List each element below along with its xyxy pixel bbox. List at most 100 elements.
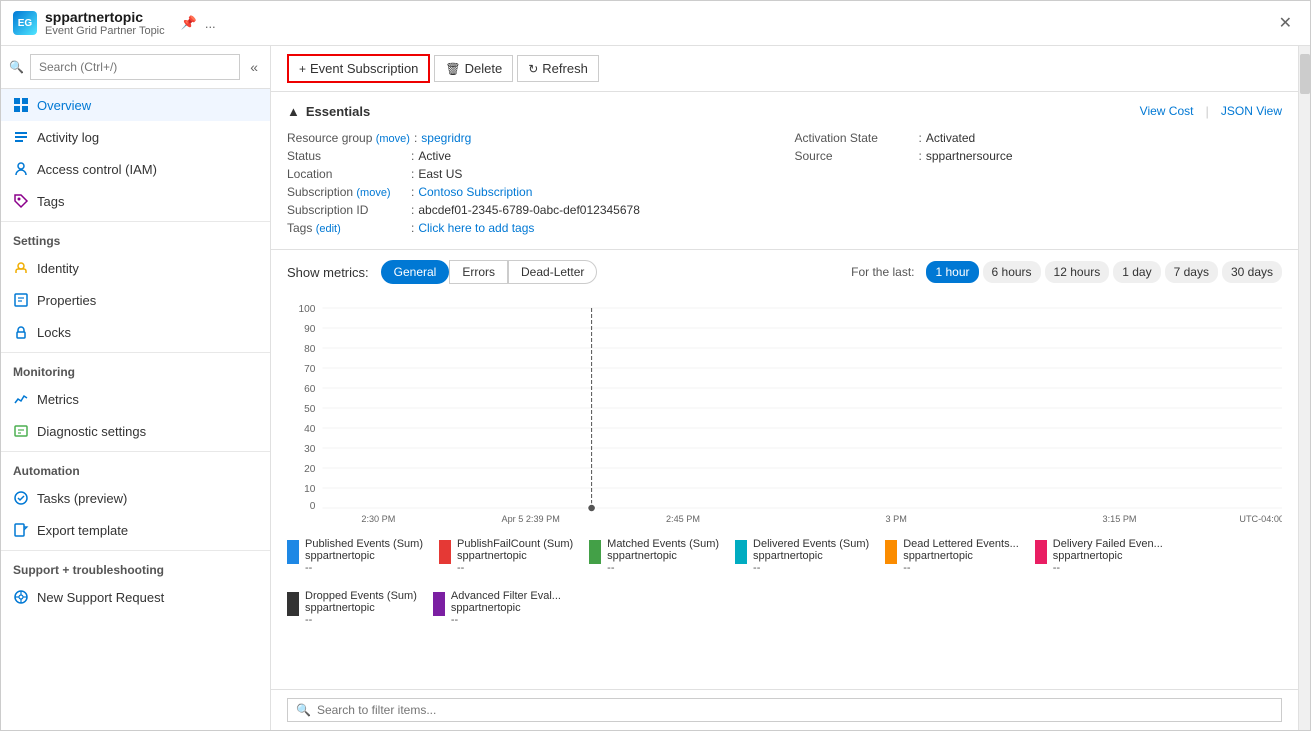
subscription-id-value: abcdef01-2345-6789-0abc-def012345678 bbox=[418, 203, 640, 217]
legend-text-published: Published Events (Sum) sppartnertopic -- bbox=[305, 538, 423, 574]
event-subscription-button[interactable]: + Event Subscription bbox=[287, 54, 430, 83]
time-tab-30days[interactable]: 30 days bbox=[1222, 261, 1282, 283]
sidebar-item-label: Overview bbox=[37, 98, 91, 113]
app-icon: EG bbox=[13, 11, 37, 35]
sidebar-item-tasks[interactable]: Tasks (preview) bbox=[1, 482, 270, 514]
refresh-button[interactable]: ↻ Refresh bbox=[517, 55, 599, 82]
tab-errors[interactable]: Errors bbox=[449, 260, 508, 284]
sidebar-item-access-control[interactable]: Access control (IAM) bbox=[1, 153, 270, 185]
sidebar-item-export[interactable]: Export template bbox=[1, 514, 270, 546]
resource-title: sppartnertopic bbox=[45, 9, 165, 25]
time-tab-7days[interactable]: 7 days bbox=[1165, 261, 1218, 283]
essentials-grid: Resource group (move) : spegridrg Status… bbox=[287, 129, 1282, 237]
view-cost-link[interactable]: View Cost bbox=[1140, 104, 1194, 119]
search-icon: 🔍 bbox=[9, 60, 24, 74]
sidebar-item-label: Export template bbox=[37, 523, 128, 538]
time-tab-6hours[interactable]: 6 hours bbox=[983, 261, 1041, 283]
sidebar-item-metrics[interactable]: Metrics bbox=[1, 383, 270, 415]
time-tab-1hour[interactable]: 1 hour bbox=[926, 261, 978, 283]
tags-value[interactable]: Click here to add tags bbox=[418, 221, 534, 235]
sidebar-item-activity-log[interactable]: Activity log bbox=[1, 121, 270, 153]
right-scrollbar[interactable] bbox=[1298, 46, 1310, 730]
resource-subtitle: Event Grid Partner Topic bbox=[45, 25, 165, 37]
title-bar: EG sppartnertopic Event Grid Partner Top… bbox=[1, 1, 1310, 46]
essentials-row-source: Source : sppartnersource bbox=[795, 147, 1283, 165]
svg-text:90: 90 bbox=[304, 324, 316, 335]
legend-text-dead-lettered: Dead Lettered Events... sppartnertopic -… bbox=[903, 538, 1019, 574]
sidebar-item-locks[interactable]: Locks bbox=[1, 316, 270, 348]
title-text: sppartnertopic Event Grid Partner Topic bbox=[45, 9, 165, 37]
essentials-row-location: Location : East US bbox=[287, 165, 775, 183]
legend-color-published bbox=[287, 540, 299, 564]
legend-item-advanced-filter: Advanced Filter Eval... sppartnertopic -… bbox=[433, 590, 561, 626]
sidebar: 🔍 « Overview Activity log bbox=[1, 46, 271, 730]
search-input[interactable] bbox=[30, 54, 240, 80]
bottom-search-inner: 🔍 bbox=[287, 698, 1282, 722]
essentials-left-col: Resource group (move) : spegridrg Status… bbox=[287, 129, 775, 237]
delete-icon: 🗑 bbox=[445, 62, 460, 76]
essentials-right-col: Activation State : Activated Source : sp… bbox=[795, 129, 1283, 237]
sidebar-item-diagnostic[interactable]: Diagnostic settings bbox=[1, 415, 270, 447]
svg-text:80: 80 bbox=[304, 344, 316, 355]
edit-tags-link[interactable]: (edit) bbox=[316, 223, 341, 235]
section-settings: Settings bbox=[1, 221, 270, 252]
section-support: Support + troubleshooting bbox=[1, 550, 270, 581]
delete-button[interactable]: 🗑 Delete bbox=[434, 55, 513, 82]
legend-item-delivery-failed: Delivery Failed Even... sppartnertopic -… bbox=[1035, 538, 1163, 574]
essentials-section: ▲ Essentials View Cost | JSON View Resou… bbox=[271, 92, 1298, 250]
legend-text-publish-fail: PublishFailCount (Sum) sppartnertopic -- bbox=[457, 538, 573, 574]
more-icon[interactable]: ... bbox=[205, 16, 216, 31]
bottom-search-icon: 🔍 bbox=[296, 703, 311, 717]
time-tab-12hours[interactable]: 12 hours bbox=[1045, 261, 1110, 283]
json-view-link[interactable]: JSON View bbox=[1221, 104, 1282, 119]
access-control-icon bbox=[13, 161, 29, 177]
chart-legend: Published Events (Sum) sppartnertopic --… bbox=[287, 534, 1282, 630]
svg-text:0: 0 bbox=[310, 501, 316, 512]
legend-item-delivered: Delivered Events (Sum) sppartnertopic -- bbox=[735, 538, 869, 574]
svg-text:2:30 PM: 2:30 PM bbox=[361, 514, 395, 524]
diagnostic-icon bbox=[13, 423, 29, 439]
tab-dead-letter[interactable]: Dead-Letter bbox=[508, 260, 597, 284]
activation-state-value: Activated bbox=[926, 131, 975, 145]
search-bar: 🔍 « bbox=[1, 46, 270, 89]
show-metrics-label: Show metrics: bbox=[287, 265, 369, 280]
svg-text:3 PM: 3 PM bbox=[886, 514, 907, 524]
svg-text:100: 100 bbox=[299, 304, 316, 315]
legend-color-matched bbox=[589, 540, 601, 564]
toolbar: + Event Subscription 🗑 Delete ↻ Refresh bbox=[271, 46, 1298, 92]
legend-text-delivered: Delivered Events (Sum) sppartnertopic -- bbox=[753, 538, 869, 574]
time-tabs: 1 hour 6 hours 12 hours 1 day 7 days 30 … bbox=[926, 261, 1282, 283]
legend-text-dropped: Dropped Events (Sum) sppartnertopic -- bbox=[305, 590, 417, 626]
legend-color-delivery-failed bbox=[1035, 540, 1047, 564]
move-rg-link[interactable]: (move) bbox=[376, 133, 410, 145]
bottom-search: 🔍 bbox=[271, 689, 1298, 730]
close-button[interactable]: ✕ bbox=[1273, 11, 1298, 35]
svg-text:UTC-04:00: UTC-04:00 bbox=[1239, 514, 1282, 524]
sidebar-item-support[interactable]: New Support Request bbox=[1, 581, 270, 613]
sidebar-item-properties[interactable]: Properties bbox=[1, 284, 270, 316]
sidebar-item-overview[interactable]: Overview bbox=[1, 89, 270, 121]
section-monitoring: Monitoring bbox=[1, 352, 270, 383]
essentials-row-status: Status : Active bbox=[287, 147, 775, 165]
bottom-search-input[interactable] bbox=[317, 703, 1273, 717]
pin-icon[interactable]: 📌 bbox=[181, 15, 197, 31]
sidebar-item-tags[interactable]: Tags bbox=[1, 185, 270, 217]
time-tab-1day[interactable]: 1 day bbox=[1113, 261, 1160, 283]
metrics-section: Show metrics: General Errors Dead-Letter… bbox=[271, 250, 1298, 689]
support-icon bbox=[13, 589, 29, 605]
metrics-header: Show metrics: General Errors Dead-Letter… bbox=[287, 260, 1282, 284]
legend-item-matched: Matched Events (Sum) sppartnertopic -- bbox=[589, 538, 719, 574]
subscription-value[interactable]: Contoso Subscription bbox=[418, 185, 532, 199]
tab-general[interactable]: General bbox=[381, 260, 450, 284]
legend-item-dropped: Dropped Events (Sum) sppartnertopic -- bbox=[287, 590, 417, 626]
collapse-button[interactable]: « bbox=[246, 55, 262, 79]
section-automation: Automation bbox=[1, 451, 270, 482]
svg-text:60: 60 bbox=[304, 384, 316, 395]
svg-text:30: 30 bbox=[304, 444, 316, 455]
sidebar-item-identity[interactable]: Identity bbox=[1, 252, 270, 284]
essentials-row-subscription-id: Subscription ID : abcdef01-2345-6789-0ab… bbox=[287, 201, 775, 219]
resource-group-value[interactable]: spegridrg bbox=[421, 131, 471, 145]
svg-text:20: 20 bbox=[304, 464, 316, 475]
move-sub-link[interactable]: (move) bbox=[356, 187, 390, 199]
chevron-icon[interactable]: ▲ bbox=[287, 104, 300, 119]
